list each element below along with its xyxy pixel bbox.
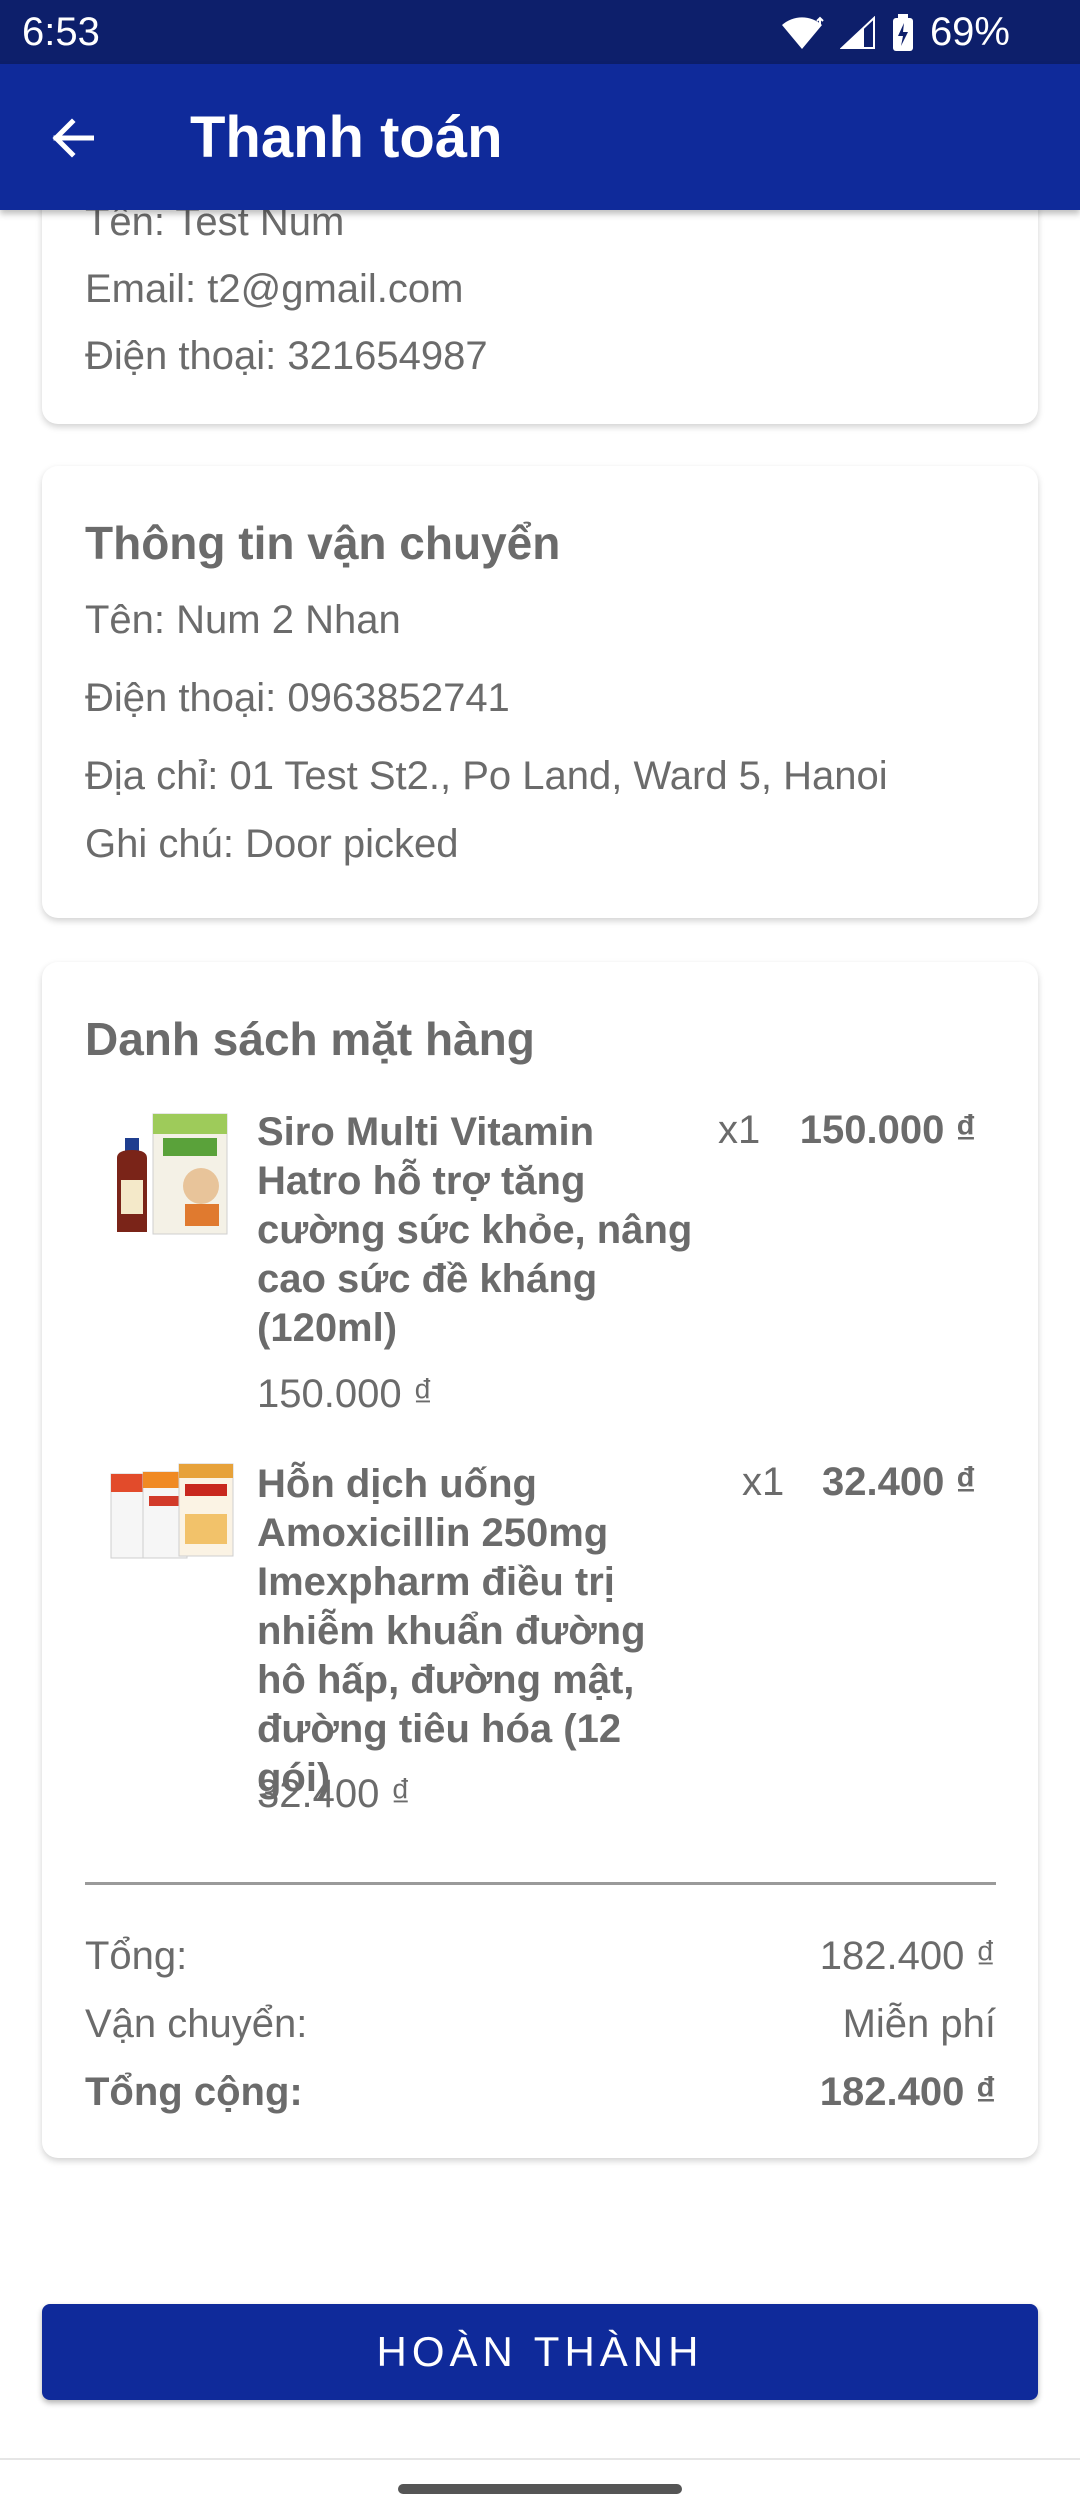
subtotal-value: 182.400 ₫ (819, 1934, 996, 1978)
arrow-left-icon (52, 118, 94, 158)
item-name: Siro Multi Vitamin Hatro hỗ trợ tăng cườ… (257, 1110, 693, 1350)
shipping-fee-value: Miễn phí (842, 2002, 996, 2046)
status-icons: 69% (780, 10, 1010, 55)
shipping-info-card: Thông tin vận chuyển Tên: Num 2 Nhan Điệ… (42, 466, 1038, 918)
divider (85, 1882, 996, 1885)
item-name: Hỗn dịch uống Amoxicillin 250mg Imexphar… (257, 1462, 646, 1800)
shipping-title: Thông tin vận chuyển (85, 517, 561, 569)
status-time: 6:53 (22, 10, 100, 54)
grand-total-label: Tổng cộng: (85, 2070, 303, 2114)
customer-info-card: Tên: Test Num Email: t2@gmail.com Điện t… (42, 210, 1038, 424)
customer-name: Tên: Test Num (85, 210, 345, 244)
app-bar: Thanh toán (0, 64, 1080, 210)
battery-icon (892, 13, 914, 52)
product-image (107, 1110, 235, 1238)
customer-phone: Điện thoại: 321654987 (85, 334, 488, 378)
status-bar: 6:53 69% (0, 0, 1080, 64)
signal-icon (839, 15, 876, 50)
item-quantity: x1 (742, 1460, 785, 1504)
back-button[interactable] (40, 106, 104, 170)
checkout-content[interactable]: Tên: Test Num Email: t2@gmail.com Điện t… (0, 210, 1080, 2450)
product-image (107, 1462, 235, 1562)
shipping-note: Ghi chú: Door picked (85, 822, 459, 866)
shipping-fee-label: Vận chuyển: (85, 2002, 308, 2046)
page-title: Thanh toán (190, 105, 503, 170)
complete-button[interactable]: HOÀN THÀNH (42, 2304, 1038, 2400)
item-total: 150.000 ₫ (799, 1108, 976, 1152)
battery-percent: 69% (929, 10, 1010, 54)
item-quantity: x1 (718, 1108, 761, 1152)
item-total: 32.400 ₫ (822, 1460, 976, 1504)
grand-total-value: 182.400 ₫ (819, 2070, 996, 2114)
nav-divider (0, 2458, 1080, 2460)
shipping-address: Địa chỉ: 01 Test St2., Po Land, Ward 5, … (85, 754, 888, 798)
items-title: Danh sách mặt hàng (85, 1013, 535, 1065)
home-indicator[interactable] (398, 2484, 682, 2494)
items-card: Danh sách mặt hàng Siro Multi Vitamin Ha… (42, 962, 1038, 2158)
item-unit-price: 32.400 ₫ (257, 1772, 411, 1816)
shipping-name: Tên: Num 2 Nhan (85, 598, 401, 642)
shipping-phone: Điện thoại: 0963852741 (85, 676, 510, 720)
item-unit-price: 150.000 ₫ (257, 1372, 434, 1416)
wifi-icon (780, 16, 824, 50)
customer-email: Email: t2@gmail.com (85, 267, 464, 311)
subtotal-label: Tổng: (85, 1934, 188, 1978)
